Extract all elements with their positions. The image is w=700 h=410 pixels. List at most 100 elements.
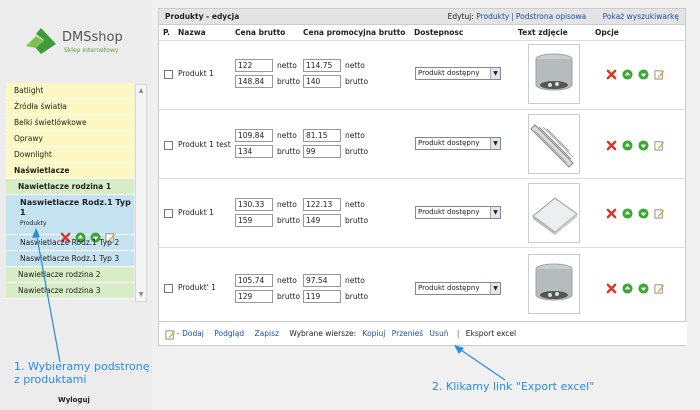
chevron-down-icon[interactable]: ▼: [490, 283, 500, 294]
price-net-input[interactable]: 130.33: [235, 198, 273, 211]
availability-select[interactable]: Produkt dostępny ▼: [415, 282, 501, 295]
move-down-icon[interactable]: [638, 69, 649, 80]
price-gross-input[interactable]: 134: [235, 145, 273, 158]
tree-item-rodzina-2[interactable]: Nawietlacze rodzina 2: [6, 267, 134, 283]
copy-link[interactable]: Kopiuj: [363, 329, 386, 338]
panel-header: Produkty - edycja Edytuj: Produkty | Podst…: [159, 9, 685, 25]
save-link[interactable]: Zapisz: [255, 329, 279, 338]
product-image-louver[interactable]: [528, 114, 580, 174]
panel-image: [532, 197, 578, 235]
price-net-input[interactable]: 105.74: [235, 274, 273, 287]
tree-item-oprawy[interactable]: Oprawy: [6, 131, 134, 147]
chevron-down-icon[interactable]: ▼: [490, 207, 500, 218]
annotation-step-2: 2. Klikamy link "Export excel": [432, 380, 595, 393]
promo-gross-input[interactable]: 140: [303, 75, 341, 88]
logout-link[interactable]: Wyloguj: [58, 396, 90, 404]
tree-item-selected-label: Naswietlacze Rodz.1 Typ 1: [20, 198, 131, 217]
column-header-price: Cena brutto: [235, 28, 286, 37]
price-gross-input[interactable]: 159: [235, 214, 273, 227]
promo-net-input[interactable]: 114.75: [303, 59, 341, 72]
row-checkbox[interactable]: [164, 70, 173, 79]
edit-icon[interactable]: [654, 208, 665, 219]
delete-icon[interactable]: [606, 69, 617, 80]
price-gross-input[interactable]: 148.84: [235, 75, 273, 88]
price-net-input[interactable]: 122: [235, 59, 273, 72]
availability-value: Produkt dostępny: [418, 284, 480, 292]
row-actions: [606, 283, 665, 294]
availability-select[interactable]: Produkt dostępny ▼: [415, 137, 501, 150]
table-row: Produkt' 1 105.74 netto 129 brutto 97.54…: [159, 247, 687, 315]
tree-item-downlight[interactable]: Downlight: [6, 147, 134, 163]
tree-item-naswietlacze[interactable]: Naświetlacze: [6, 163, 134, 179]
add-icon[interactable]: [165, 329, 176, 340]
promo-gross-input[interactable]: 99: [303, 145, 341, 158]
annotation-step-1-line2: z produktami: [14, 373, 87, 386]
promo-net-input[interactable]: 122.13: [303, 198, 341, 211]
chevron-down-icon[interactable]: ▼: [490, 138, 500, 149]
availability-select[interactable]: Produkt dostępny ▼: [415, 206, 501, 219]
edit-icon[interactable]: [654, 140, 665, 151]
edit-icon[interactable]: [654, 283, 665, 294]
row-checkbox[interactable]: [164, 141, 173, 150]
price-gross-input[interactable]: 129: [235, 290, 273, 303]
tree-scrollbar[interactable]: ▲ ▼: [135, 84, 147, 302]
annotation-step-1: 1. Wybieramy podstronę z produktami: [14, 360, 149, 386]
tree-item-batlight[interactable]: Batlight: [6, 83, 134, 99]
tree-item-typ-2[interactable]: Naswietlacze Rodz.1 Typ 2: [6, 235, 134, 251]
move-down-icon[interactable]: [638, 208, 649, 219]
unit-net: netto: [277, 276, 297, 285]
show-search-link[interactable]: Pokaż wyszukiwarkę: [603, 12, 679, 21]
scroll-down-icon[interactable]: ▼: [137, 291, 145, 299]
downlight-image: [535, 53, 573, 91]
promo-gross-input[interactable]: 119: [303, 290, 341, 303]
table-row: Produkt 1 122 netto 148.84 brutto 114.75…: [159, 40, 687, 108]
tree-item-selected-sub[interactable]: Produkty: [20, 219, 134, 229]
row-checkbox[interactable]: [164, 284, 173, 293]
tree-item-typ-3[interactable]: Naswietlacze Rodz.1 Typ 3: [6, 251, 134, 267]
move-down-icon[interactable]: [638, 140, 649, 151]
unit-gross: brutto: [277, 147, 301, 156]
preview-link[interactable]: Podgląd: [214, 329, 244, 338]
product-image-panel[interactable]: [528, 183, 580, 243]
products-edit-panel: Produkty - edycja Edytuj: Produkty | Podst…: [158, 8, 687, 346]
move-up-icon[interactable]: [622, 69, 633, 80]
delete-icon[interactable]: [606, 283, 617, 294]
add-link[interactable]: - Dodaj: [177, 329, 204, 338]
move-up-icon[interactable]: [622, 283, 633, 294]
downlight-image: [535, 263, 573, 301]
footer-actions-bar: - Dodaj Podgląd Zapisz Wybrane wiersze: …: [159, 321, 687, 345]
export-excel-link[interactable]: Eksport excel: [466, 329, 516, 338]
tree-item-selected-typ-1[interactable]: Naswietlacze Rodz.1 Typ 1 Produkty: [6, 195, 134, 243]
tree-item-rodzina-1[interactable]: Nawietlacze rodzina 1: [6, 179, 134, 195]
move-up-icon[interactable]: [622, 208, 633, 219]
promo-net-input[interactable]: 81.15: [303, 129, 341, 142]
row-checkbox[interactable]: [164, 209, 173, 218]
delete-icon[interactable]: [606, 140, 617, 151]
availability-select[interactable]: Produkt dostępny ▼: [415, 67, 501, 80]
chevron-down-icon[interactable]: ▼: [490, 68, 500, 79]
table-row: Produkt 1 130.33 netto 159 brutto 122.13…: [159, 178, 687, 246]
tree-item-zrodla-swiatla[interactable]: Źródła światła: [6, 99, 134, 115]
promo-net-input[interactable]: 97.54: [303, 274, 341, 287]
product-image-downlight[interactable]: [528, 254, 580, 314]
tree-item-belki[interactable]: Belki świetlówkowe: [6, 115, 134, 131]
delete-link[interactable]: Usuń: [430, 329, 449, 338]
promo-gross-input[interactable]: 149: [303, 214, 341, 227]
move-down-icon[interactable]: [638, 283, 649, 294]
edit-label: Edytuj:: [447, 12, 474, 21]
delete-icon[interactable]: [606, 208, 617, 219]
availability-value: Produkt dostępny: [418, 139, 480, 147]
left-panel: DMSshop Sklep Internetowy Batlight Źródł…: [0, 0, 152, 410]
scroll-up-icon[interactable]: ▲: [137, 87, 145, 95]
subpage-link[interactable]: Podstrona opisowa: [516, 12, 586, 21]
move-link[interactable]: Przenieś: [392, 329, 423, 338]
products-link[interactable]: Produkty: [476, 12, 509, 21]
product-image-downlight[interactable]: [528, 44, 580, 104]
unit-net: netto: [277, 131, 297, 140]
edit-icon[interactable]: [654, 69, 665, 80]
tree-item-rodzina-3[interactable]: Nawietlacze rodzina 3: [6, 283, 134, 299]
move-up-icon[interactable]: [622, 140, 633, 151]
unit-net: netto: [345, 61, 365, 70]
product-name: Produkt 1 test: [178, 140, 231, 149]
price-net-input[interactable]: 109.84: [235, 129, 273, 142]
